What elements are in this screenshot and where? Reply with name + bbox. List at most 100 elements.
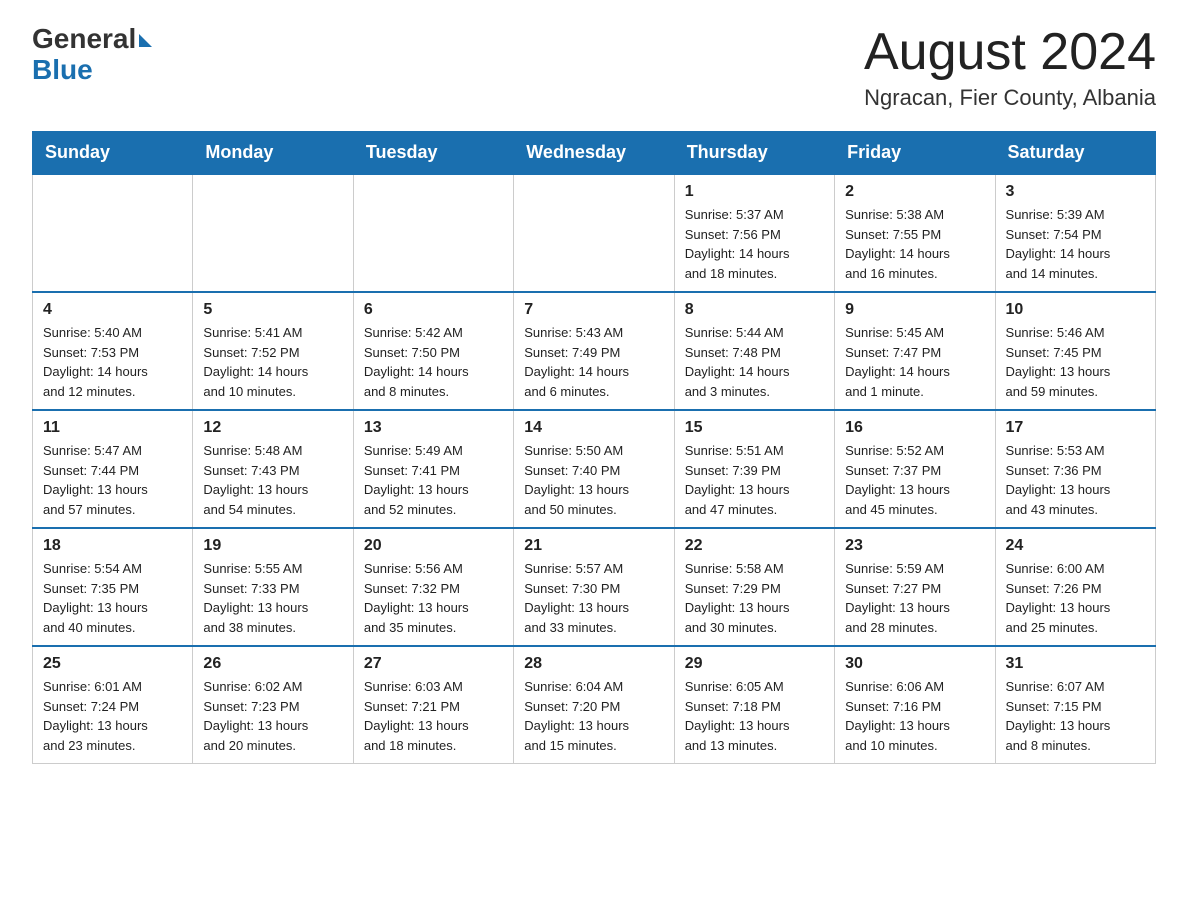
calendar-cell: 11 Sunrise: 5:47 AMSunset: 7:44 PMDayligh… bbox=[33, 410, 193, 528]
day-info: Sunrise: 6:00 AMSunset: 7:26 PMDaylight:… bbox=[1006, 559, 1145, 637]
weekday-header-saturday: Saturday bbox=[995, 132, 1155, 175]
day-info: Sunrise: 5:39 AMSunset: 7:54 PMDaylight:… bbox=[1006, 205, 1145, 283]
location-text: Ngracan, Fier County, Albania bbox=[864, 85, 1156, 111]
calendar-table: SundayMondayTuesdayWednesdayThursdayFrid… bbox=[32, 131, 1156, 764]
day-number: 11 bbox=[43, 419, 182, 437]
day-info: Sunrise: 5:38 AMSunset: 7:55 PMDaylight:… bbox=[845, 205, 984, 283]
day-number: 16 bbox=[845, 419, 984, 437]
day-info: Sunrise: 5:44 AMSunset: 7:48 PMDaylight:… bbox=[685, 323, 824, 401]
day-number: 25 bbox=[43, 655, 182, 673]
calendar-cell: 16 Sunrise: 5:52 AMSunset: 7:37 PMDayligh… bbox=[835, 410, 995, 528]
calendar-cell: 20Sunrise: 5:56 AMSunset: 7:32 PMDayligh… bbox=[353, 528, 513, 646]
day-info: Sunrise: 5:56 AMSunset: 7:32 PMDaylight:… bbox=[364, 559, 503, 637]
month-title: August 2024 bbox=[864, 24, 1156, 81]
day-number: 17 bbox=[1006, 419, 1145, 437]
weekday-header-thursday: Thursday bbox=[674, 132, 834, 175]
week-row-2: 4 Sunrise: 5:40 AMSunset: 7:53 PMDaylight… bbox=[33, 292, 1156, 410]
day-info: Sunrise: 5:59 AMSunset: 7:27 PMDaylight:… bbox=[845, 559, 984, 637]
calendar-cell bbox=[33, 174, 193, 292]
day-number: 18 bbox=[43, 537, 182, 555]
day-info: Sunrise: 5:42 AMSunset: 7:50 PMDaylight:… bbox=[364, 323, 503, 401]
day-info: Sunrise: 5:46 AMSunset: 7:45 PMDaylight:… bbox=[1006, 323, 1145, 401]
day-number: 30 bbox=[845, 655, 984, 673]
calendar-cell: 17Sunrise: 5:53 AMSunset: 7:36 PMDayligh… bbox=[995, 410, 1155, 528]
calendar-cell: 21Sunrise: 5:57 AMSunset: 7:30 PMDayligh… bbox=[514, 528, 674, 646]
calendar-cell bbox=[514, 174, 674, 292]
weekday-header-tuesday: Tuesday bbox=[353, 132, 513, 175]
calendar-cell: 28 Sunrise: 6:04 AMSunset: 7:20 PMDayligh… bbox=[514, 646, 674, 764]
day-number: 31 bbox=[1006, 655, 1145, 673]
calendar-cell: 8 Sunrise: 5:44 AMSunset: 7:48 PMDaylight… bbox=[674, 292, 834, 410]
calendar-cell: 12 Sunrise: 5:48 AMSunset: 7:43 PMDayligh… bbox=[193, 410, 353, 528]
day-info: Sunrise: 5:40 AMSunset: 7:53 PMDaylight:… bbox=[43, 323, 182, 401]
week-row-5: 25 Sunrise: 6:01 AMSunset: 7:24 PMDayligh… bbox=[33, 646, 1156, 764]
calendar-cell bbox=[193, 174, 353, 292]
calendar-cell: 4 Sunrise: 5:40 AMSunset: 7:53 PMDaylight… bbox=[33, 292, 193, 410]
day-number: 19 bbox=[203, 537, 342, 555]
day-number: 15 bbox=[685, 419, 824, 437]
logo: General Blue bbox=[32, 24, 152, 86]
calendar-cell: 7 Sunrise: 5:43 AMSunset: 7:49 PMDaylight… bbox=[514, 292, 674, 410]
day-number: 27 bbox=[364, 655, 503, 673]
day-number: 9 bbox=[845, 301, 984, 319]
day-number: 28 bbox=[524, 655, 663, 673]
calendar-cell: 13Sunrise: 5:49 AMSunset: 7:41 PMDayligh… bbox=[353, 410, 513, 528]
day-info: Sunrise: 5:58 AMSunset: 7:29 PMDaylight:… bbox=[685, 559, 824, 637]
day-info: Sunrise: 6:01 AMSunset: 7:24 PMDaylight:… bbox=[43, 677, 182, 755]
day-number: 7 bbox=[524, 301, 663, 319]
weekday-header-friday: Friday bbox=[835, 132, 995, 175]
day-info: Sunrise: 5:48 AMSunset: 7:43 PMDaylight:… bbox=[203, 441, 342, 519]
day-info: Sunrise: 6:05 AMSunset: 7:18 PMDaylight:… bbox=[685, 677, 824, 755]
calendar-cell: 5Sunrise: 5:41 AMSunset: 7:52 PMDaylight… bbox=[193, 292, 353, 410]
day-info: Sunrise: 6:07 AMSunset: 7:15 PMDaylight:… bbox=[1006, 677, 1145, 755]
title-section: August 2024 Ngracan, Fier County, Albani… bbox=[864, 24, 1156, 111]
day-info: Sunrise: 6:04 AMSunset: 7:20 PMDaylight:… bbox=[524, 677, 663, 755]
calendar-cell bbox=[353, 174, 513, 292]
calendar-cell: 2 Sunrise: 5:38 AMSunset: 7:55 PMDaylight… bbox=[835, 174, 995, 292]
day-number: 12 bbox=[203, 419, 342, 437]
week-row-4: 18 Sunrise: 5:54 AMSunset: 7:35 PMDayligh… bbox=[33, 528, 1156, 646]
day-info: Sunrise: 5:37 AMSunset: 7:56 PMDaylight:… bbox=[685, 205, 824, 283]
day-info: Sunrise: 5:47 AMSunset: 7:44 PMDaylight:… bbox=[43, 441, 182, 519]
calendar-cell: 31 Sunrise: 6:07 AMSunset: 7:15 PMDayligh… bbox=[995, 646, 1155, 764]
logo-general-text: General bbox=[32, 24, 152, 55]
calendar-cell: 29Sunrise: 6:05 AMSunset: 7:18 PMDayligh… bbox=[674, 646, 834, 764]
day-number: 8 bbox=[685, 301, 824, 319]
calendar-cell: 15 Sunrise: 5:51 AMSunset: 7:39 PMDayligh… bbox=[674, 410, 834, 528]
calendar-cell: 18 Sunrise: 5:54 AMSunset: 7:35 PMDayligh… bbox=[33, 528, 193, 646]
day-number: 4 bbox=[43, 301, 182, 319]
weekday-header-sunday: Sunday bbox=[33, 132, 193, 175]
calendar-cell: 23Sunrise: 5:59 AMSunset: 7:27 PMDayligh… bbox=[835, 528, 995, 646]
calendar-cell: 26Sunrise: 6:02 AMSunset: 7:23 PMDayligh… bbox=[193, 646, 353, 764]
day-info: Sunrise: 6:06 AMSunset: 7:16 PMDaylight:… bbox=[845, 677, 984, 755]
day-number: 3 bbox=[1006, 183, 1145, 201]
week-row-3: 11 Sunrise: 5:47 AMSunset: 7:44 PMDayligh… bbox=[33, 410, 1156, 528]
weekday-header-monday: Monday bbox=[193, 132, 353, 175]
day-info: Sunrise: 5:43 AMSunset: 7:49 PMDaylight:… bbox=[524, 323, 663, 401]
calendar-cell: 1Sunrise: 5:37 AMSunset: 7:56 PMDaylight… bbox=[674, 174, 834, 292]
calendar-cell: 9Sunrise: 5:45 AMSunset: 7:47 PMDaylight… bbox=[835, 292, 995, 410]
page-header: General Blue August 2024 Ngracan, Fier C… bbox=[32, 24, 1156, 111]
day-info: Sunrise: 5:50 AMSunset: 7:40 PMDaylight:… bbox=[524, 441, 663, 519]
logo-triangle-icon bbox=[139, 34, 152, 47]
calendar-cell: 3 Sunrise: 5:39 AMSunset: 7:54 PMDaylight… bbox=[995, 174, 1155, 292]
day-info: Sunrise: 5:55 AMSunset: 7:33 PMDaylight:… bbox=[203, 559, 342, 637]
day-info: Sunrise: 5:54 AMSunset: 7:35 PMDaylight:… bbox=[43, 559, 182, 637]
week-row-1: 1Sunrise: 5:37 AMSunset: 7:56 PMDaylight… bbox=[33, 174, 1156, 292]
calendar-cell: 19 Sunrise: 5:55 AMSunset: 7:33 PMDayligh… bbox=[193, 528, 353, 646]
day-info: Sunrise: 5:52 AMSunset: 7:37 PMDaylight:… bbox=[845, 441, 984, 519]
calendar-cell: 22Sunrise: 5:58 AMSunset: 7:29 PMDayligh… bbox=[674, 528, 834, 646]
day-number: 14 bbox=[524, 419, 663, 437]
logo-blue-text: Blue bbox=[32, 55, 93, 86]
day-info: Sunrise: 5:49 AMSunset: 7:41 PMDaylight:… bbox=[364, 441, 503, 519]
day-number: 26 bbox=[203, 655, 342, 673]
day-number: 2 bbox=[845, 183, 984, 201]
day-number: 5 bbox=[203, 301, 342, 319]
day-number: 10 bbox=[1006, 301, 1145, 319]
calendar-cell: 10 Sunrise: 5:46 AMSunset: 7:45 PMDayligh… bbox=[995, 292, 1155, 410]
calendar-cell: 30 Sunrise: 6:06 AMSunset: 7:16 PMDayligh… bbox=[835, 646, 995, 764]
calendar-header-row: SundayMondayTuesdayWednesdayThursdayFrid… bbox=[33, 132, 1156, 175]
day-info: Sunrise: 5:51 AMSunset: 7:39 PMDaylight:… bbox=[685, 441, 824, 519]
day-number: 24 bbox=[1006, 537, 1145, 555]
day-info: Sunrise: 5:57 AMSunset: 7:30 PMDaylight:… bbox=[524, 559, 663, 637]
